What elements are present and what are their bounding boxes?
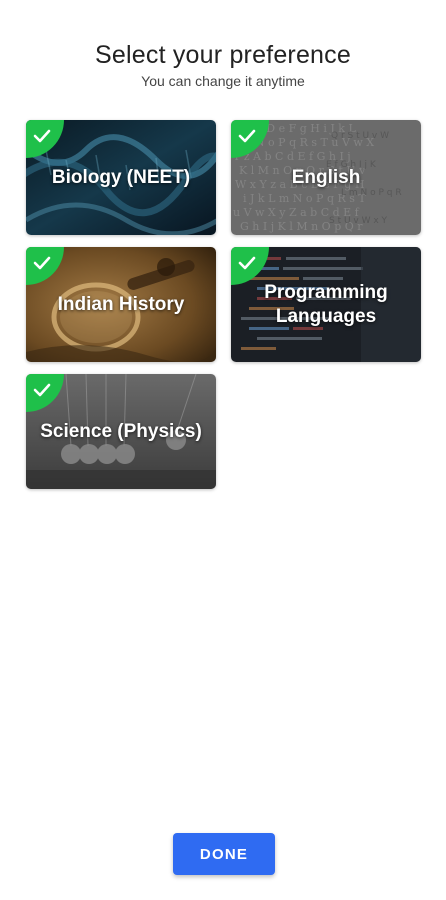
- page-title: Select your preference: [95, 41, 351, 69]
- preference-card-biology[interactable]: Biology (NEET): [26, 120, 216, 235]
- preference-card-programming-languages[interactable]: Programming Languages: [231, 247, 421, 362]
- card-label: English: [291, 166, 361, 188]
- header: Select your preference You can change it…: [0, 38, 446, 90]
- preference-card-science-physics[interactable]: Science (Physics): [26, 374, 216, 489]
- card-label: Indian History: [57, 293, 185, 315]
- preference-screen: Select your preference You can change it…: [0, 0, 446, 900]
- done-button[interactable]: DONE: [173, 833, 275, 875]
- page-subtitle: You can change it anytime: [141, 73, 305, 89]
- preference-card-indian-history[interactable]: Indian History: [26, 247, 216, 362]
- card-label: Biology (NEET): [51, 166, 191, 188]
- card-label: Science (Physics): [40, 420, 202, 442]
- preference-card-english[interactable]: a B c D e F g H i J k L m N o P q R s T …: [231, 120, 421, 235]
- card-label: Programming Languages: [264, 281, 388, 327]
